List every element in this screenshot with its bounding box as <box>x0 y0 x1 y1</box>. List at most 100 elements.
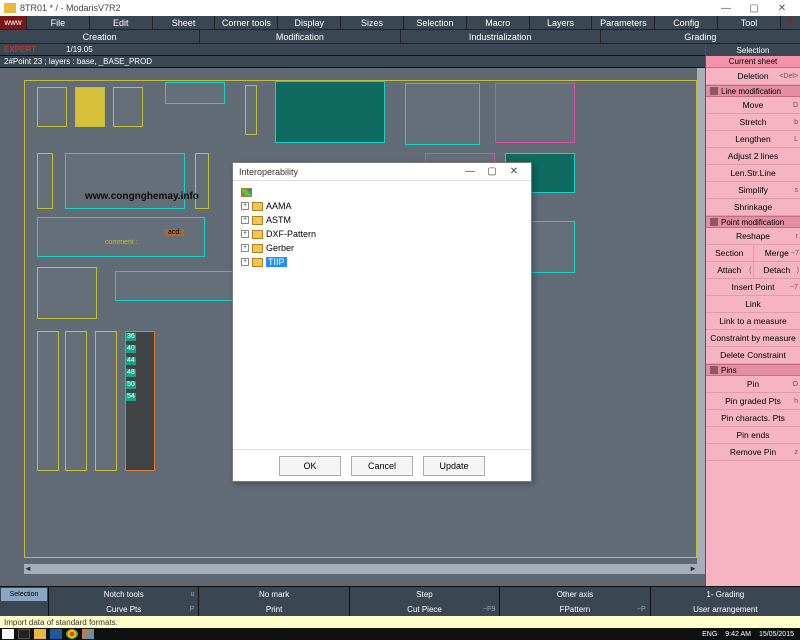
menu-file[interactable]: File <box>26 16 89 29</box>
tool-deletion[interactable]: Deletion<Del> <box>706 68 800 85</box>
tool-stretch[interactable]: Stretchb <box>706 114 800 131</box>
explorer-icon[interactable] <box>34 629 46 639</box>
tool-attach-detach[interactable]: Attach( Detach) <box>706 262 800 279</box>
tool-lengthen[interactable]: LengthenL <box>706 131 800 148</box>
mode-bar: Creation Modification Industrialization … <box>0 30 800 44</box>
expand-icon[interactable]: + <box>241 216 249 224</box>
sidebar-subhead[interactable]: Current sheet <box>706 56 800 68</box>
tree-item-aama[interactable]: +AAMA <box>239 199 525 213</box>
tool-link-measure[interactable]: Link to a measure <box>706 313 800 330</box>
window-titlebar: 8TR01 * / - ModarisV7R2 — ▢ ✕ <box>0 0 800 16</box>
tree-item-astm[interactable]: +ASTM <box>239 213 525 227</box>
bb-notch-tools[interactable]: Notch toolsu <box>48 587 198 602</box>
tool-pin[interactable]: PinO <box>706 376 800 393</box>
tool-move[interactable]: MoveD <box>706 97 800 114</box>
bb-step[interactable]: Step <box>349 587 499 602</box>
comment-label: comment : <box>105 239 138 246</box>
windows-taskbar[interactable]: ENG 9:42 AM 15/05/2015 <box>0 628 800 640</box>
bb-user-arrangement[interactable]: User arrangement <box>650 602 800 617</box>
menu-macro[interactable]: Macro <box>466 16 529 29</box>
minimize-button[interactable]: — <box>712 1 740 15</box>
menu-display[interactable]: Display <box>277 16 340 29</box>
start-icon[interactable] <box>2 629 14 639</box>
maximize-button[interactable]: ▢ <box>740 1 768 15</box>
menu-tool[interactable]: Tool <box>717 16 780 29</box>
bb-other-axis[interactable]: Other axis <box>499 587 649 602</box>
menu-config[interactable]: Config <box>654 16 717 29</box>
folder-icon <box>252 202 263 211</box>
mode-industrialization[interactable]: Industrialization <box>400 30 600 43</box>
tool-pin-characts[interactable]: Pin characts. Pts <box>706 410 800 427</box>
dialog-tree[interactable]: +AAMA +ASTM +DXF-Pattern +Gerber +TIIP <box>233 181 531 449</box>
tool-section-merge[interactable]: Section Merge~7 <box>706 245 800 262</box>
tool-reshape[interactable]: Reshaper <box>706 228 800 245</box>
expand-icon[interactable]: + <box>241 230 249 238</box>
expand-icon[interactable]: + <box>241 202 249 210</box>
size-mark: 44 <box>126 357 136 365</box>
menu-parameters[interactable]: Parameters <box>591 16 654 29</box>
expert-label: EXPERT <box>4 45 36 54</box>
coord-readout: 1/19.05 <box>66 45 93 54</box>
tool-remove-pin[interactable]: Remove Pinz <box>706 444 800 461</box>
search-icon[interactable] <box>18 629 30 639</box>
vertical-scrollbar[interactable] <box>697 68 705 574</box>
tree-item-gerber[interactable]: +Gerber <box>239 241 525 255</box>
tool-len-str-line[interactable]: Len.Str.Line <box>706 165 800 182</box>
cat-line-modification[interactable]: Line modification <box>706 85 800 97</box>
bb-print[interactable]: Print <box>198 602 348 617</box>
close-button[interactable]: ✕ <box>768 1 796 15</box>
mode-creation[interactable]: Creation <box>0 30 199 43</box>
tool-link[interactable]: Link <box>706 296 800 313</box>
menu-sizes[interactable]: Sizes <box>340 16 403 29</box>
menu-sheet[interactable]: Sheet <box>152 16 215 29</box>
bb-1-grading[interactable]: 1- Grading <box>650 587 800 602</box>
bb-no-mark[interactable]: No mark <box>198 587 348 602</box>
bottom-tab-selection[interactable]: Selection <box>0 587 48 602</box>
bb-cut-piece[interactable]: Cut Piece~F9 <box>349 602 499 617</box>
menu-layers[interactable]: Layers <box>529 16 592 29</box>
bb-curve-pts[interactable]: Curve PtsP <box>48 602 198 617</box>
dialog-minimize-icon[interactable]: — <box>459 166 481 177</box>
update-button[interactable]: Update <box>423 456 485 476</box>
tray-date[interactable]: 15/05/2015 <box>759 631 794 638</box>
menu-edit[interactable]: Edit <box>89 16 152 29</box>
horizontal-scrollbar[interactable] <box>24 564 697 574</box>
tool-insert-point[interactable]: Insert Point~7 <box>706 279 800 296</box>
mode-modification[interactable]: Modification <box>199 30 399 43</box>
bb-fpattern[interactable]: FPattern~P <box>499 602 649 617</box>
menu-corner-tools[interactable]: Corner tools <box>214 16 277 29</box>
sidebar-head[interactable]: Selection <box>706 44 800 56</box>
dialog-maximize-icon[interactable]: ▢ <box>481 166 503 177</box>
cancel-button[interactable]: Cancel <box>351 456 413 476</box>
cat-point-modification[interactable]: Point modification <box>706 216 800 228</box>
mode-grading[interactable]: Grading <box>600 30 800 43</box>
bottom-tab-blank[interactable] <box>0 602 48 617</box>
chrome-icon[interactable] <box>66 629 78 639</box>
tool-pin-graded[interactable]: Pin graded Ptsh <box>706 393 800 410</box>
app-icon <box>4 3 16 13</box>
tray-time[interactable]: 9:42 AM <box>725 631 751 638</box>
tray-lang[interactable]: ENG <box>702 631 717 638</box>
tool-simplify[interactable]: Simplifys <box>706 182 800 199</box>
dialog-titlebar[interactable]: Interoperability — ▢ ✕ <box>233 163 531 181</box>
tree-item-dxf[interactable]: +DXF-Pattern <box>239 227 525 241</box>
store-icon[interactable] <box>50 629 62 639</box>
help-button[interactable]: ? <box>780 16 800 29</box>
tree-item-tiip[interactable]: +TIIP <box>239 255 525 269</box>
app-icon[interactable] <box>82 629 94 639</box>
tool-pin-ends[interactable]: Pin ends <box>706 427 800 444</box>
tool-shrinkage[interactable]: Shrinkage <box>706 199 800 216</box>
expand-icon[interactable]: + <box>241 244 249 252</box>
menu-bar: www File Edit Sheet Corner tools Display… <box>0 16 800 30</box>
tool-adjust-2-lines[interactable]: Adjust 2 lines <box>706 148 800 165</box>
tool-delete-constraint[interactable]: Delete Constraint <box>706 347 800 364</box>
expand-icon[interactable]: + <box>241 258 249 266</box>
www-button[interactable]: www <box>0 16 26 29</box>
size-mark: 48 <box>126 369 136 377</box>
dialog-close-icon[interactable]: ✕ <box>503 166 525 177</box>
tree-root[interactable] <box>239 185 525 199</box>
cat-pins[interactable]: Pins <box>706 364 800 376</box>
menu-selection[interactable]: Selection <box>403 16 466 29</box>
ok-button[interactable]: OK <box>279 456 341 476</box>
tool-constraint-measure[interactable]: Constraint by measure <box>706 330 800 347</box>
